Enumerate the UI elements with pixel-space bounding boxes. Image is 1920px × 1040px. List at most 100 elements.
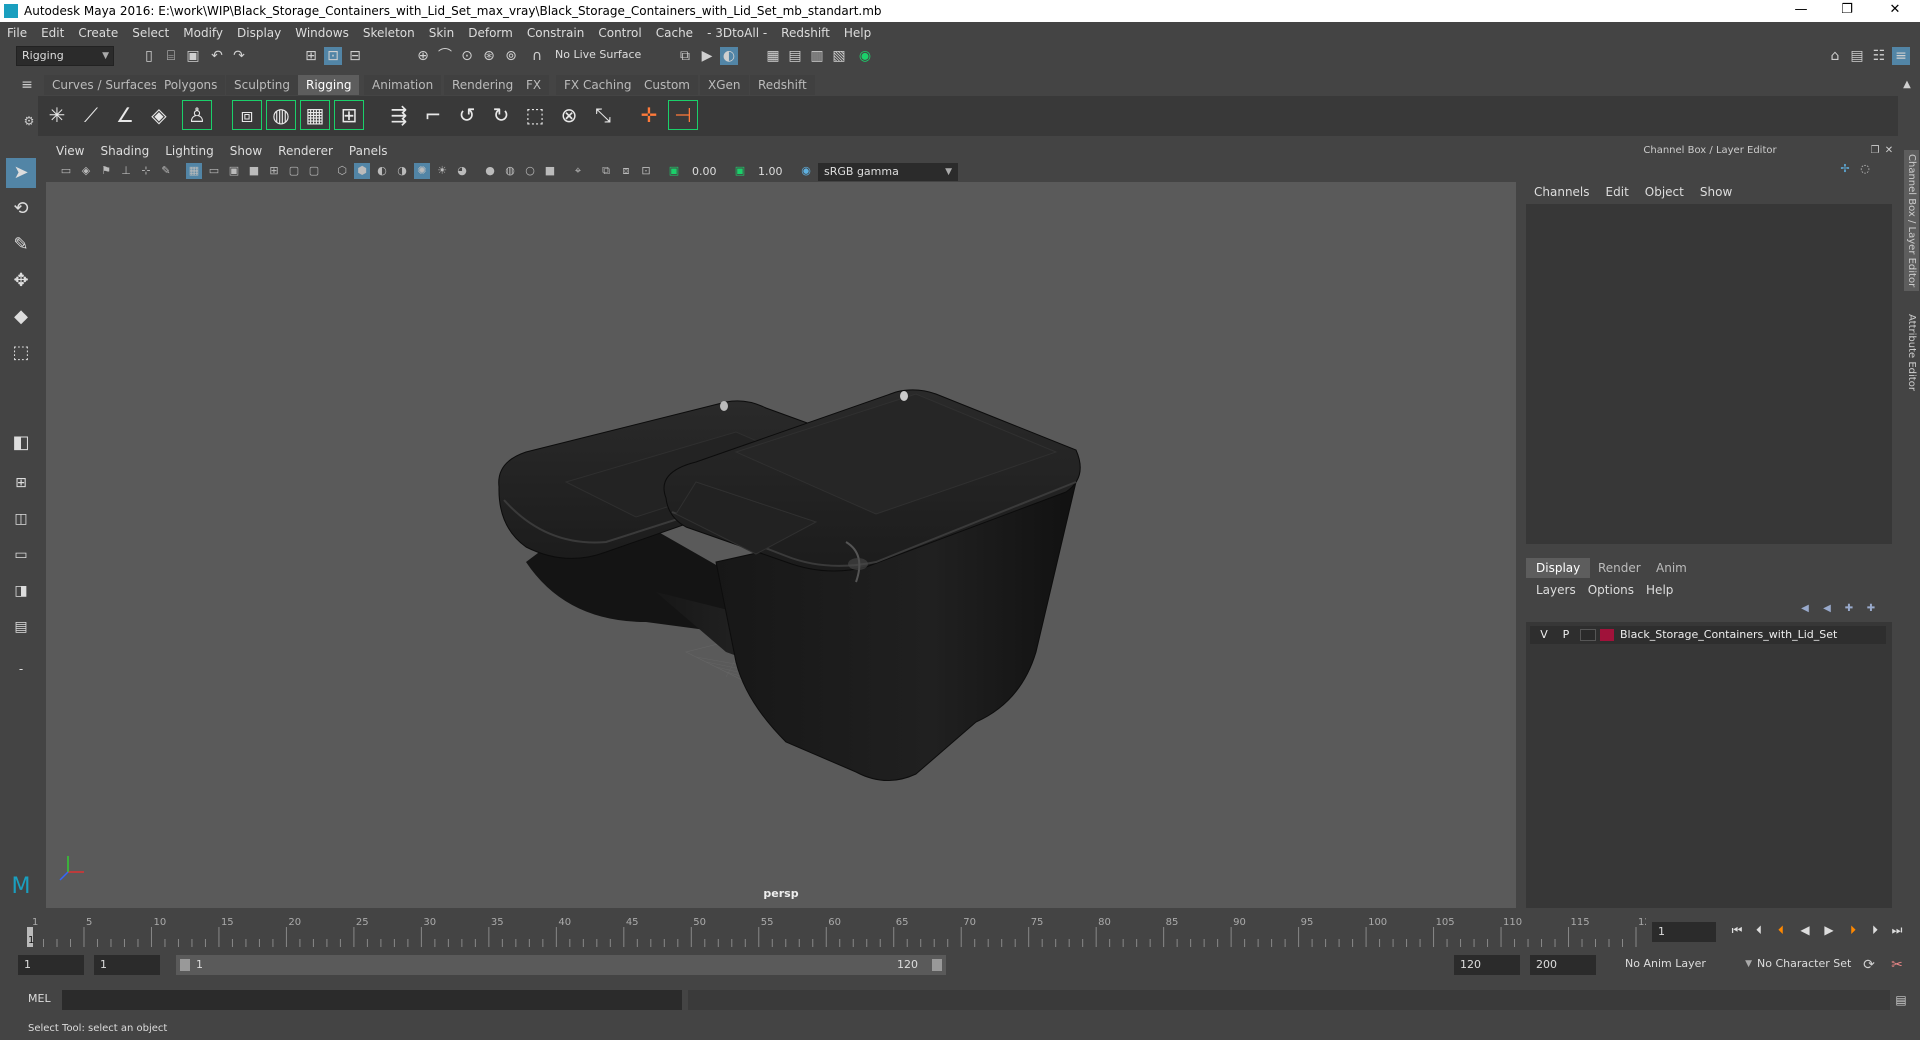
snap-curve-icon[interactable]: ⌒ [436,47,454,65]
persp-graph-icon[interactable]: ▭ [6,540,36,570]
smooth-shade-icon[interactable]: ⬢ [354,163,370,179]
go-to-end-icon[interactable]: ⏭ [1888,920,1906,940]
save-scene-icon[interactable]: ▣ [184,47,202,65]
render-frame-icon[interactable]: ▶ [698,47,716,65]
ik-handle-icon[interactable]: ∠ [110,100,140,130]
persp-hypershade-icon[interactable]: ◨ [6,576,36,606]
modeling-toolkit-icon[interactable]: ▤ [1848,47,1866,65]
tab-anim[interactable]: Anim [1646,558,1697,578]
snap-view-icon[interactable]: ⊛ [480,47,498,65]
viewport-menu-shading[interactable]: Shading [92,142,157,160]
le-menu-help[interactable]: Help [1640,580,1679,600]
scale-constraint-icon[interactable]: ⬚ [520,100,550,130]
tab-sculpting[interactable]: Sculpting [226,75,299,95]
handle-icon[interactable]: ⊣ [668,100,698,130]
time-slider[interactable]: 1 5 10 15 20 25 30 35 40 45 50 55 60 65 70 75 80 85 90 95 10… [26,915,1646,947]
ipr-render-icon[interactable]: ◐ [720,47,738,65]
play-backwards-icon[interactable]: ◀ [1796,920,1814,940]
attribute-editor-icon[interactable]: ☷ [1870,47,1888,65]
redshift-render-icon[interactable]: ◉ [856,47,874,65]
side-tab-channel-box[interactable]: Channel Box / Layer Editor [1904,150,1919,292]
layer-playback-toggle[interactable]: P [1558,626,1574,644]
camera-select-icon[interactable]: ▭ [58,163,74,179]
magnet-icon[interactable]: ∩ [528,47,546,65]
select-component-icon[interactable]: ⊟ [346,47,364,65]
render-settings-icon[interactable]: ▦ [764,47,782,65]
snap-surface-icon[interactable]: ⊚ [502,47,520,65]
tab-fx[interactable]: FX [518,75,550,95]
tab-display[interactable]: Display [1526,558,1591,578]
menu-help[interactable]: Help [837,22,878,44]
range-start-handle[interactable] [180,959,190,971]
open-scene-icon[interactable]: ⌸ [162,47,180,65]
grease-pencil-icon[interactable]: ✎ [158,163,174,179]
move-layer-up-icon[interactable]: ◀ [1796,600,1814,618]
new-layer-selected-icon[interactable]: ✚ [1862,600,1880,618]
tab-rigging[interactable]: Rigging [298,75,360,95]
select-tool-icon[interactable]: ➤ [6,158,36,188]
locator-icon[interactable]: ✛ [634,100,664,130]
xray-icon[interactable]: ⌖ [570,163,586,179]
create-joints-icon[interactable]: ✳ [42,100,72,130]
minimize-button[interactable]: — [1778,0,1824,22]
character-set-dropdown[interactable]: No Character Set [1752,955,1868,975]
le-menu-layers[interactable]: Layers [1530,580,1582,600]
cb-menu-show[interactable]: Show [1692,182,1740,202]
viewport-menu-show[interactable]: Show [222,142,270,160]
step-back-key-icon[interactable]: ⏴ [1772,920,1790,940]
channel-box-area[interactable] [1526,204,1892,544]
render-sequence-icon[interactable]: ▧ [830,47,848,65]
menu-set-dropdown[interactable]: Rigging ▼ [16,46,114,66]
wireframe-on-shaded-icon[interactable]: ◐ [374,163,390,179]
le-menu-options[interactable]: Options [1582,580,1640,600]
scale-tool-icon[interactable]: ⬚ [6,338,36,368]
auto-key-icon[interactable]: ⟳ [1860,956,1878,974]
orient-constraint-icon[interactable]: ↻ [486,100,516,130]
animation-start-field[interactable]: 1 [18,955,84,975]
anim-layer-dropdown[interactable]: No Anim Layer ▼ [1620,955,1752,975]
camera-attrs-icon[interactable]: ◈ [78,163,94,179]
blend-shape-icon[interactable]: ⇶ [384,100,414,130]
script-language-label[interactable]: MEL [28,992,51,1005]
2d-pan-icon[interactable]: ⊹ [138,163,154,179]
playback-start-field[interactable]: 1 [94,955,160,975]
tab-curves-surfaces[interactable]: Curves / Surfaces [44,75,166,95]
exposure-icon[interactable]: ▣ [666,163,682,179]
image-plane-icon[interactable]: ⊥ [118,163,134,179]
ambient-occlusion-icon[interactable]: ◕ [454,163,470,179]
gamma-field[interactable]: 1.00 [752,163,792,181]
safe-action-icon[interactable]: ▢ [286,163,302,179]
live-surface-field[interactable]: No Live Surface [550,46,646,66]
lattice-icon[interactable]: ▦ [300,100,330,130]
persp-outliner-icon[interactable]: ◫ [6,504,36,534]
tab-animation[interactable]: Animation [364,75,442,95]
menu-skeleton[interactable]: Skeleton [356,22,422,44]
menu-redshift[interactable]: Redshift [774,22,837,44]
four-view-icon[interactable]: ⊞ [6,468,36,498]
select-object-icon[interactable]: ⊡ [324,47,342,65]
grid-icon[interactable]: ▦ [186,163,202,179]
channel-box-icon[interactable]: ≡ [1892,47,1910,65]
step-back-frame-icon[interactable]: ⏴ [1750,920,1768,940]
tab-redshift[interactable]: Redshift [750,75,815,95]
rotate-tool-icon[interactable]: ◆ [6,302,36,332]
color-management-icon[interactable]: ◉ [798,163,814,179]
point-constraint-icon[interactable]: ↺ [452,100,482,130]
toolbox-more-icon[interactable]: - [6,654,36,684]
tab-render[interactable]: Render [1588,558,1651,578]
textured-icon[interactable]: ◑ [394,163,410,179]
resolution-gate-icon[interactable]: ▣ [226,163,242,179]
motion-blur-icon[interactable]: ● [482,163,498,179]
cb-manip-icon[interactable]: ✢ [1836,160,1854,178]
tab-polygons[interactable]: Polygons [156,75,226,95]
current-frame-field[interactable]: 1 [1652,922,1716,942]
snap-grid-icon[interactable]: ⊕ [414,47,432,65]
aim-constraint-icon[interactable]: ⊗ [554,100,584,130]
viewport-menu-renderer[interactable]: Renderer [270,142,341,160]
paint-weights-icon[interactable]: ◍ [266,100,296,130]
step-forward-key-icon[interactable]: ⏵ [1844,920,1862,940]
cb-speed-icon[interactable]: ◌ [1856,160,1874,178]
menu-control[interactable]: Control [591,22,648,44]
quick-rig-icon[interactable]: ♙ [182,100,212,130]
isolate-select-icon[interactable]: ■ [542,163,558,179]
